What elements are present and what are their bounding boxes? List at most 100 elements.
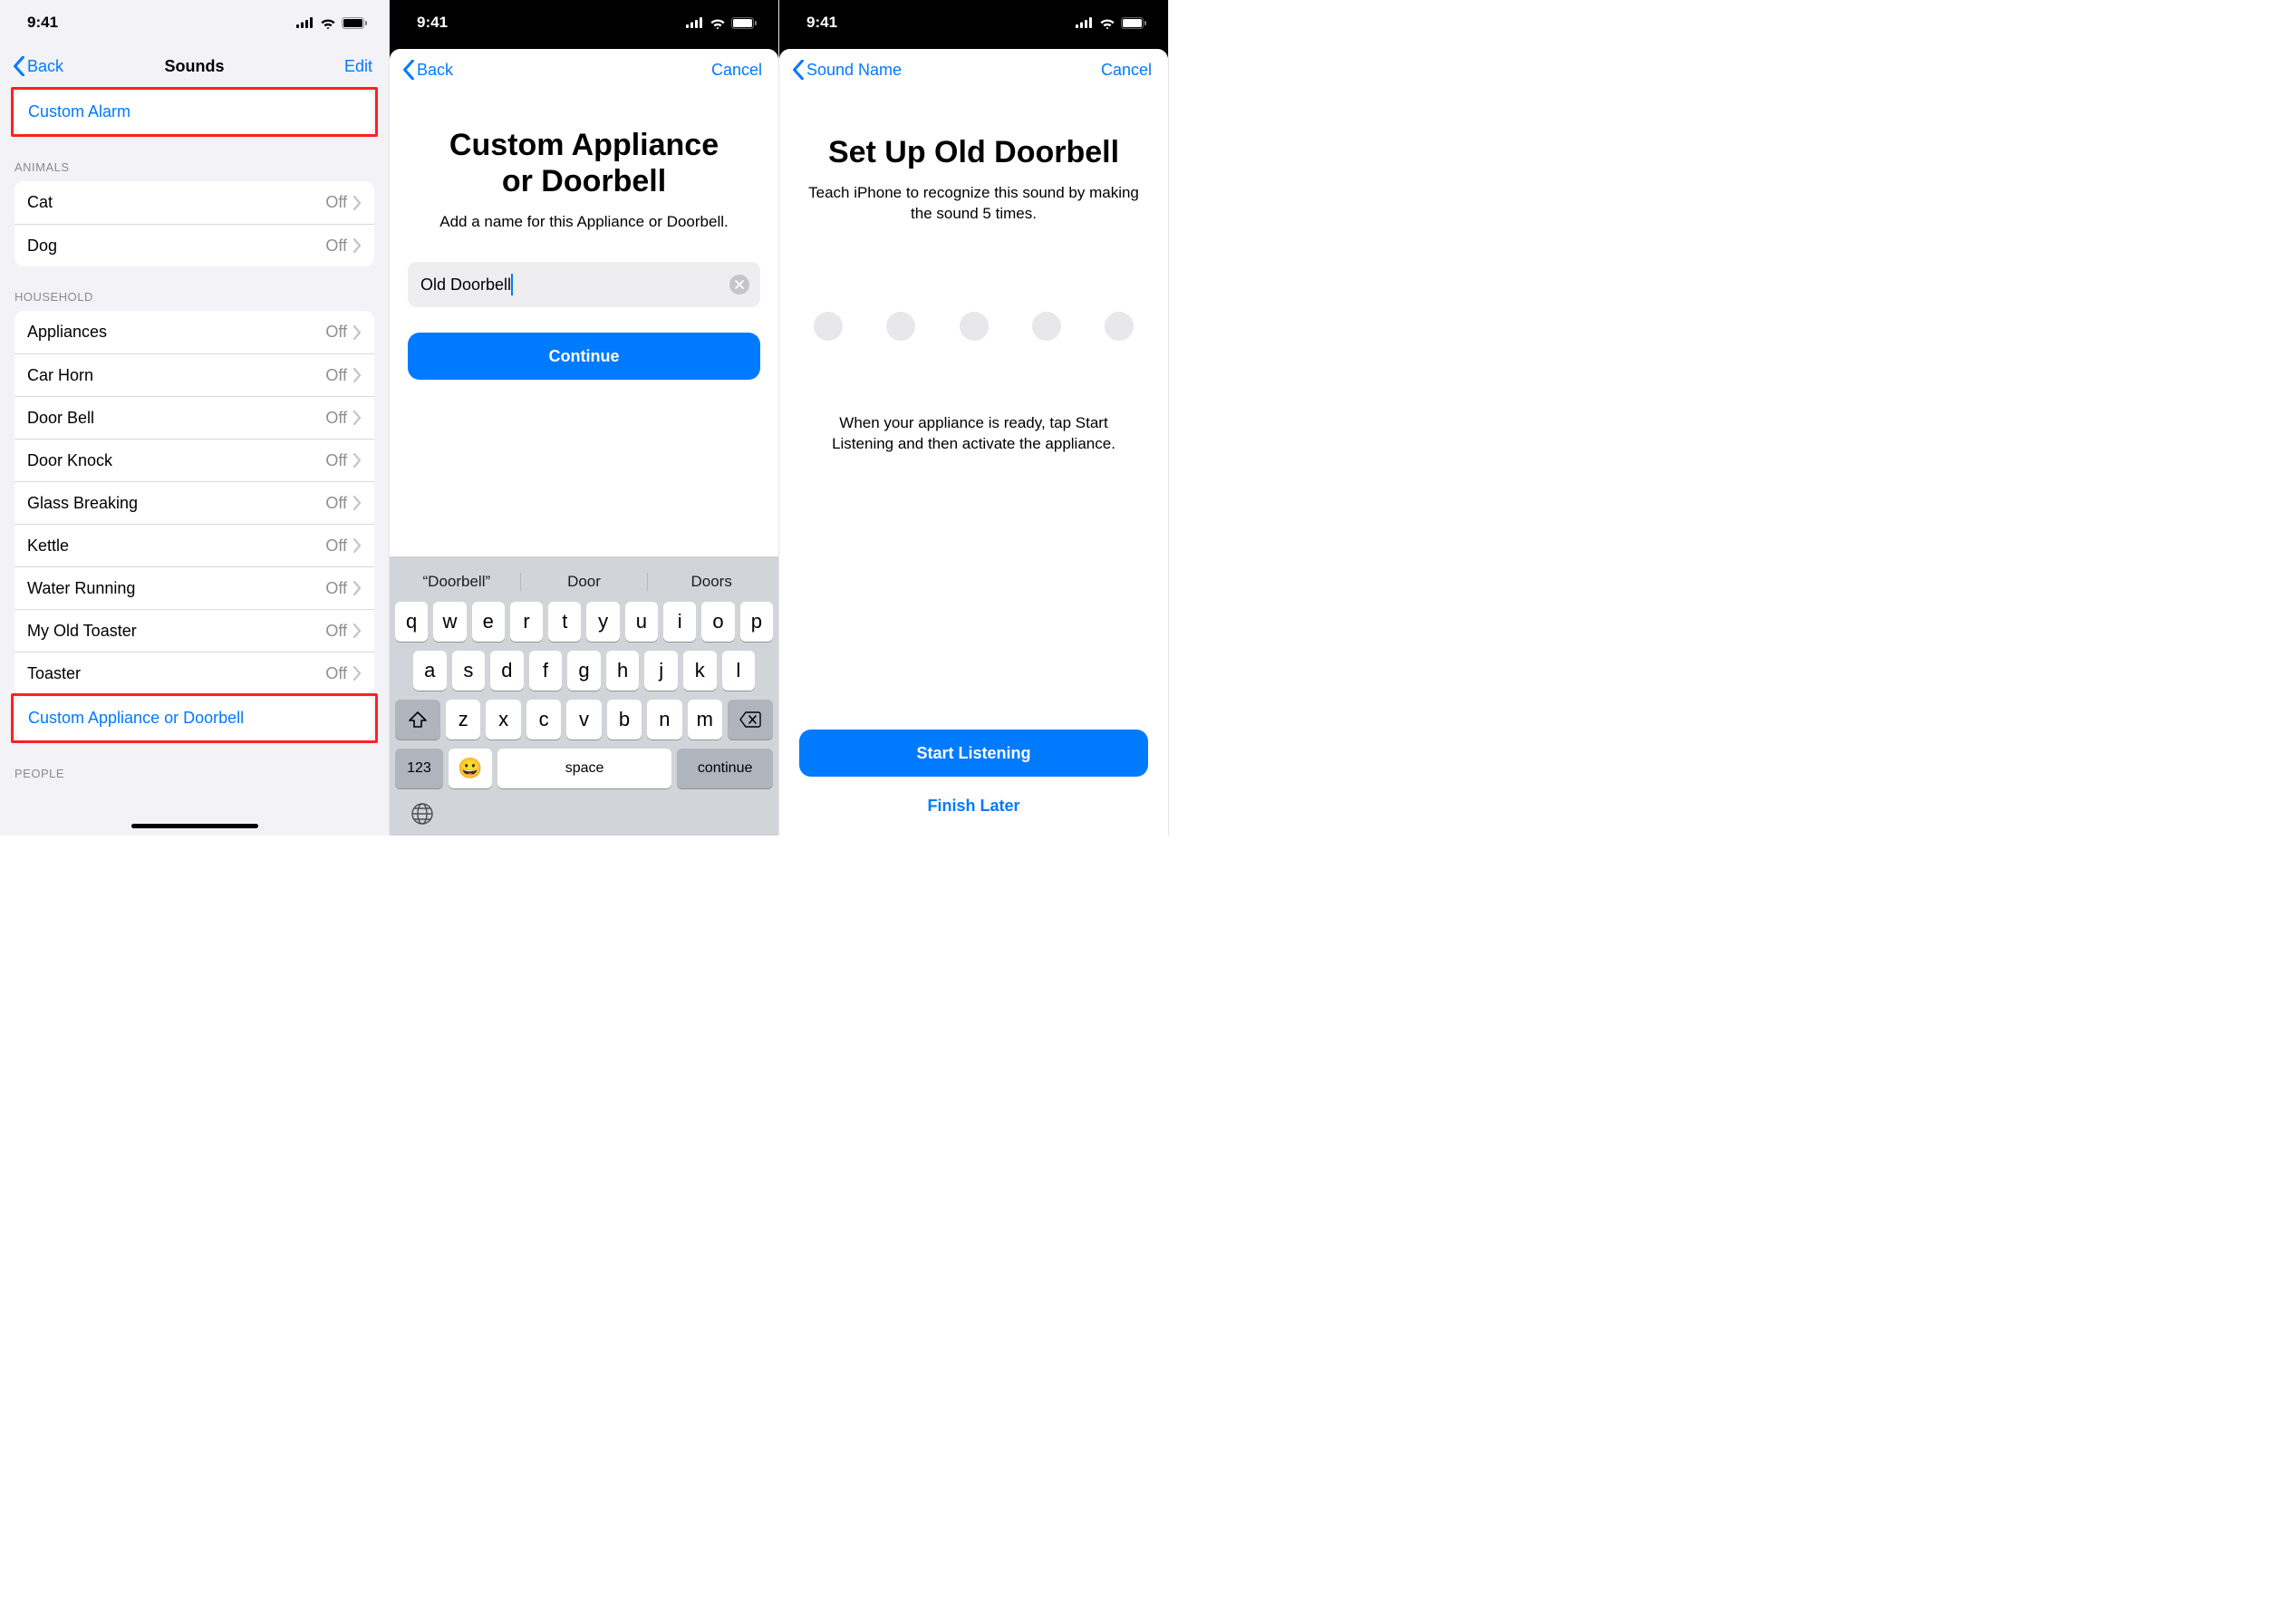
list-item[interactable]: AppliancesOff <box>14 311 374 353</box>
back-label: Back <box>417 61 453 80</box>
continue-button[interactable]: Continue <box>408 333 760 380</box>
row-status: Off <box>325 579 347 598</box>
candidate[interactable]: “Doorbell” <box>393 573 520 591</box>
cancel-button[interactable]: Cancel <box>702 57 771 83</box>
nav-bar: Sound Name Cancel <box>779 49 1168 91</box>
list-item[interactable]: Cat Off <box>14 181 374 224</box>
key[interactable]: r <box>510 602 543 642</box>
key[interactable]: t <box>548 602 581 642</box>
key[interactable]: n <box>647 700 681 740</box>
key[interactable]: v <box>566 700 601 740</box>
candidate[interactable]: Doors <box>647 573 775 591</box>
list-item[interactable]: My Old ToasterOff <box>14 609 374 652</box>
shift-icon <box>409 711 427 728</box>
custom-appliance-row[interactable]: Custom Appliance or Doorbell <box>15 697 373 740</box>
highlight-custom-appliance: Custom Appliance or Doorbell <box>11 693 378 743</box>
back-button[interactable]: Sound Name <box>787 56 907 83</box>
key[interactable]: m <box>688 700 722 740</box>
key[interactable]: d <box>490 651 524 691</box>
key[interactable]: u <box>625 602 658 642</box>
back-button[interactable]: Back <box>397 56 459 83</box>
name-input[interactable]: Old Doorbell <box>408 262 760 307</box>
row-label: Car Horn <box>27 366 325 385</box>
progress-dot <box>1105 312 1134 341</box>
cellular-icon <box>686 17 704 28</box>
numbers-key[interactable]: 123 <box>395 749 443 788</box>
continue-key[interactable]: continue <box>677 749 773 788</box>
row-status: Off <box>325 664 347 683</box>
screen-sounds-list: 9:41 Back Sounds Edit Custom Alarm ANIMA… <box>0 0 390 836</box>
candidate[interactable]: Door <box>520 573 648 591</box>
list-item[interactable]: Glass BreakingOff <box>14 481 374 524</box>
key[interactable]: x <box>486 700 520 740</box>
page-title: Set Up Old Doorbell <box>794 134 1154 170</box>
chevron-right-icon <box>352 325 362 340</box>
row-label: Door Knock <box>27 451 325 470</box>
finish-later-button[interactable]: Finish Later <box>799 797 1148 816</box>
key[interactable]: a <box>413 651 447 691</box>
list-item[interactable]: Water RunningOff <box>14 566 374 609</box>
key[interactable]: h <box>606 651 640 691</box>
row-status: Off <box>325 622 347 641</box>
clear-input-button[interactable] <box>729 275 749 295</box>
status-bar: 9:41 <box>390 0 778 45</box>
row-label: Glass Breaking <box>27 494 325 513</box>
key[interactable]: s <box>452 651 486 691</box>
progress-dot <box>1032 312 1061 341</box>
backspace-key[interactable] <box>728 700 773 740</box>
shift-key[interactable] <box>395 700 440 740</box>
instruction-text: When your appliance is ready, tap Start … <box>808 413 1139 455</box>
keyboard: “Doorbell” Door Doors qwertyuiop asdfghj… <box>390 556 778 836</box>
screen-setup-listening: 9:41 Sound Name Cancel Set Up Old Doorbe… <box>779 0 1169 836</box>
progress-dot <box>886 312 915 341</box>
key[interactable]: z <box>446 700 480 740</box>
status-time: 9:41 <box>27 14 58 32</box>
key[interactable]: o <box>701 602 734 642</box>
key[interactable]: j <box>644 651 678 691</box>
emoji-key[interactable]: 😀 <box>449 749 492 788</box>
list-item[interactable]: Dog Off <box>14 224 374 266</box>
row-label: Door Bell <box>27 409 325 428</box>
key[interactable]: k <box>683 651 717 691</box>
key[interactable]: p <box>740 602 773 642</box>
screen-custom-appliance-name: 9:41 Back Cancel Custom Appliance or Doo… <box>390 0 779 836</box>
chevron-right-icon <box>352 581 362 595</box>
wifi-icon <box>320 17 336 29</box>
list-item[interactable]: Car HornOff <box>14 353 374 396</box>
nav-bar: Back Cancel <box>390 49 778 91</box>
animals-section: Cat Off Dog Off <box>14 181 374 266</box>
edit-button[interactable]: Edit <box>335 53 381 80</box>
back-button[interactable]: Back <box>7 53 69 80</box>
chevron-right-icon <box>352 368 362 382</box>
row-status: Off <box>325 323 347 342</box>
key[interactable]: e <box>472 602 505 642</box>
chevron-left-icon <box>792 60 805 80</box>
list-item[interactable]: Door KnockOff <box>14 439 374 481</box>
status-icons <box>686 17 757 29</box>
start-listening-button[interactable]: Start Listening <box>799 730 1148 777</box>
list-item[interactable]: ToasterOff <box>14 652 374 694</box>
key[interactable]: y <box>586 602 619 642</box>
wifi-icon <box>710 17 726 29</box>
back-label: Back <box>27 57 63 76</box>
key[interactable]: l <box>722 651 756 691</box>
key[interactable]: q <box>395 602 428 642</box>
row-label: Dog <box>27 237 325 256</box>
key[interactable]: c <box>526 700 561 740</box>
list-item[interactable]: KettleOff <box>14 524 374 566</box>
custom-alarm-row[interactable]: Custom Alarm <box>15 91 373 133</box>
list-item[interactable]: Door BellOff <box>14 396 374 439</box>
group-header-animals: ANIMALS <box>0 137 389 181</box>
row-label: My Old Toaster <box>27 622 325 641</box>
key[interactable]: g <box>567 651 601 691</box>
key[interactable]: f <box>529 651 563 691</box>
globe-key[interactable] <box>393 798 775 836</box>
cancel-button[interactable]: Cancel <box>1092 57 1161 83</box>
key[interactable]: b <box>607 700 642 740</box>
wifi-icon <box>1099 17 1115 29</box>
key[interactable]: i <box>663 602 696 642</box>
key[interactable]: w <box>433 602 466 642</box>
space-key[interactable]: space <box>497 749 671 788</box>
progress-dot <box>960 312 989 341</box>
status-icons <box>296 17 367 29</box>
